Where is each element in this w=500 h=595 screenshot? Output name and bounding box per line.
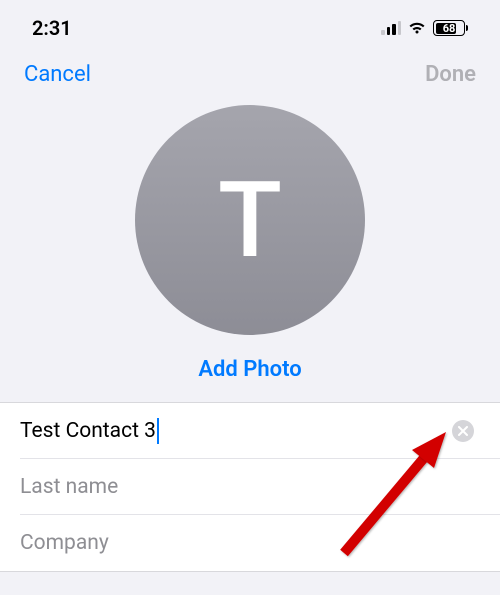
photo-section: T Add Photo (0, 95, 500, 402)
form-section: Test Contact 3 (0, 402, 500, 572)
first-name-row[interactable]: Test Contact 3 (0, 403, 500, 459)
cellular-signal-icon (381, 21, 401, 35)
status-bar: 2:31 68 (0, 0, 500, 48)
cancel-button[interactable]: Cancel (24, 62, 91, 87)
nav-bar: Cancel Done (0, 48, 500, 95)
status-indicators: 68 (381, 20, 468, 36)
clear-first-name-button[interactable] (452, 420, 474, 442)
company-input[interactable] (20, 531, 480, 555)
avatar[interactable]: T (135, 105, 365, 335)
company-row[interactable] (0, 515, 500, 571)
last-name-row[interactable] (0, 459, 500, 515)
status-time: 2:31 (32, 16, 72, 40)
avatar-initial: T (218, 168, 282, 273)
done-button[interactable]: Done (425, 62, 476, 87)
add-photo-button[interactable]: Add Photo (198, 357, 301, 382)
text-cursor (157, 418, 159, 444)
battery-level: 68 (443, 22, 456, 35)
first-name-input[interactable]: Test Contact 3 (20, 418, 159, 444)
wifi-icon (407, 21, 427, 35)
close-icon (458, 426, 468, 436)
last-name-input[interactable] (20, 475, 480, 499)
battery-icon: 68 (433, 20, 468, 36)
